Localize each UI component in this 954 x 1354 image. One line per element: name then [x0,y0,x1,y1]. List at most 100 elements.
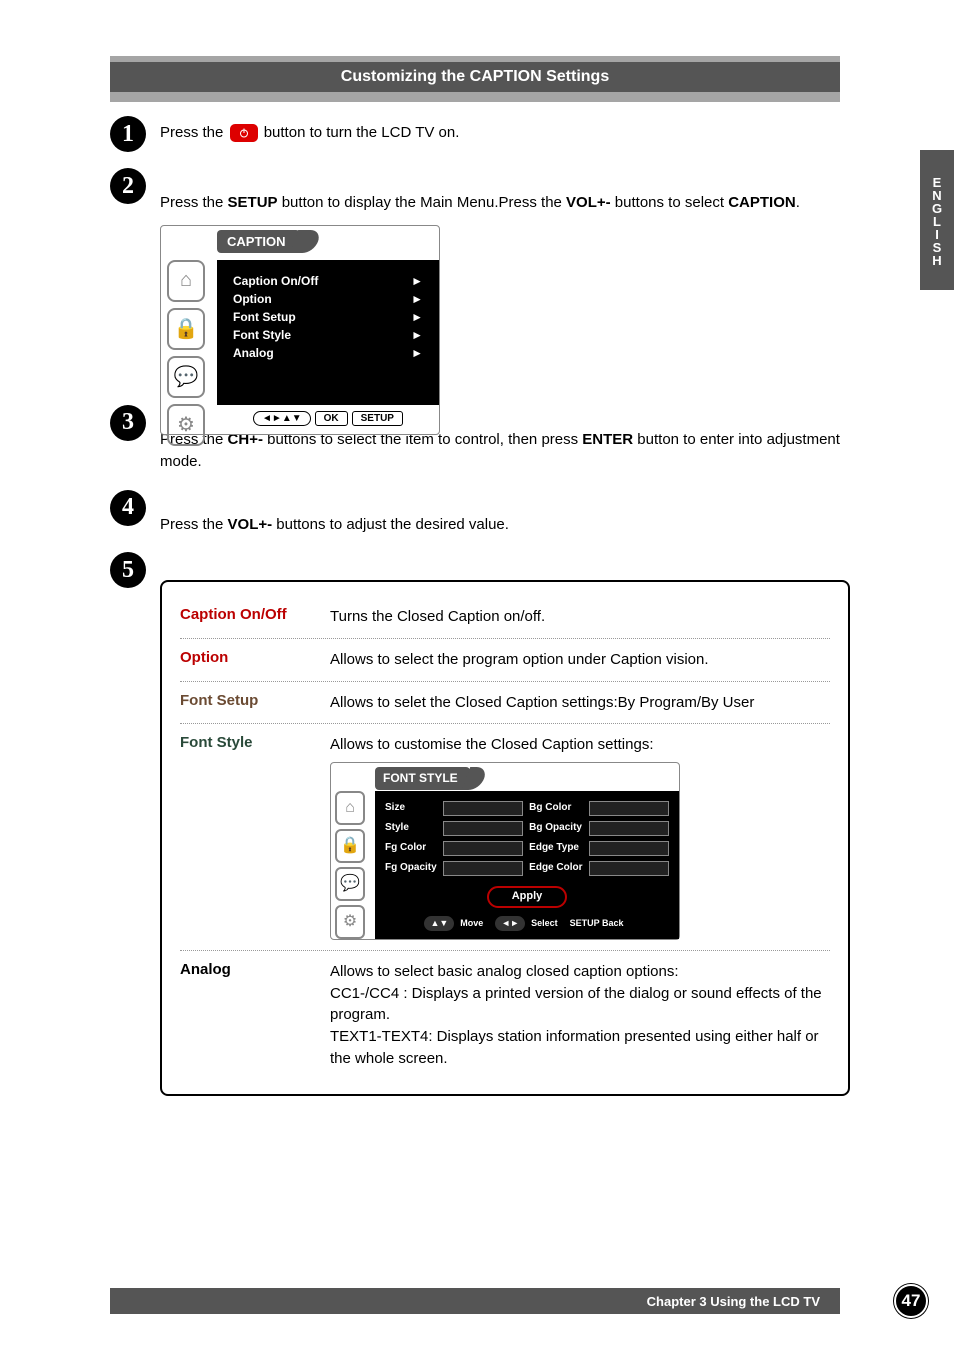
caption-icon: 💬 [167,356,205,398]
chevron-right-icon: ► [411,346,423,360]
fs-value-field[interactable] [443,861,523,876]
setting-label: Analog [180,961,330,978]
osd-title: FONT STYLE [375,767,470,790]
step-number-icon: 3 [110,405,146,441]
setting-desc: Allows to customise the Closed Caption s… [330,734,830,940]
chevron-right-icon: ► [411,274,423,288]
text: buttons to select [611,194,729,211]
text: SETUP [228,194,278,211]
step-2: 2 Press the SETUP button to display the … [110,168,850,215]
text: buttons to adjust the desired value. [272,516,509,533]
fs-label: Edge Color [529,861,582,876]
settings-icon: ⚙ [335,905,365,939]
fs-label: Fg Opacity [385,861,437,876]
ok-key: OK [315,411,348,426]
chapter-label: Chapter 3 Using the LCD TV [647,1294,820,1309]
step-2-text: Press the SETUP button to display the Ma… [160,168,850,215]
fs-value-field[interactable] [589,801,669,816]
caption-settings-table: Caption On/Off Turns the Closed Caption … [160,580,850,1096]
step-4: 4 Press the VOL+- buttons to adjust the … [110,490,850,537]
power-icon [230,124,258,142]
chevron-right-icon: ► [411,292,423,306]
step-1: 1 Press the button to turn the LCD TV on… [110,116,850,152]
osd-key-hints: ◄►▲▼ OK SETUP [217,405,439,434]
osd-category-icons: ⌂ 🔒 💬 ⚙ [335,791,371,943]
fs-label: Fg Color [385,841,437,856]
page-number: 47 [894,1284,928,1318]
text: VOL+- [228,516,273,533]
table-row: Caption On/Off Turns the Closed Caption … [180,596,830,639]
step-1-text: Press the button to turn the LCD TV on. [160,116,850,145]
table-row: Analog Allows to select basic analog clo… [180,951,830,1080]
setting-desc: Allows to selet the Closed Caption setti… [330,692,830,714]
osd-title: CAPTION [217,230,300,253]
updown-key-icon: ▲▼ [424,916,454,931]
fs-value-field[interactable] [443,821,523,836]
osd-item[interactable]: Font Setup ► [229,308,427,326]
fs-label: Style [385,821,437,836]
hint-text: SETUP Back [570,917,624,930]
fs-label: Size [385,801,437,816]
setup-key: SETUP [352,411,403,426]
fs-label: Edge Type [529,841,582,856]
osd-item-label: Font Setup [233,310,296,324]
leftright-key-icon: ◄► [495,916,525,931]
osd-key-hints: ▲▼ Move ◄► Select SETUP Back [385,912,669,933]
setting-label: Font Style [180,734,330,751]
setting-desc: Allows to select basic analog closed cap… [330,961,830,1070]
fs-value-field[interactable] [589,821,669,836]
osd-category-icons: ⌂ 🔒 💬 ⚙ [167,260,211,452]
chevron-right-icon: ► [411,310,423,324]
osd-item-label: Caption On/Off [233,274,318,288]
step-4-text: Press the VOL+- buttons to adjust the de… [160,490,850,537]
fs-label: Bg Opacity [529,821,582,836]
text: VOL+- [566,194,611,211]
setting-desc: Allows to select the program option unde… [330,649,830,671]
text: Press the [160,124,228,141]
nav-key-icon: ◄►▲▼ [253,411,311,426]
caption-icon: 💬 [335,867,365,901]
fs-value-field[interactable] [589,861,669,876]
table-row: Font Style Allows to customise the Close… [180,724,830,951]
osd-caption-menu: ⌂ 🔒 💬 ⚙ CAPTION Caption On/Off► Option► … [160,225,440,435]
chevron-right-icon: ► [411,328,423,342]
fs-label: Bg Color [529,801,582,816]
osd-item[interactable]: Analog ► [229,344,427,362]
setting-desc: Turns the Closed Caption on/off. [330,606,830,628]
osd-item-label: Font Style [233,328,291,342]
hint-text: Move [460,917,483,930]
setting-label: Option [180,649,330,666]
fs-value-field[interactable] [443,841,523,856]
text: Press the [160,516,228,533]
text: CAPTION [728,194,796,211]
language-tab: ENGLISH [920,150,954,290]
fs-value-field[interactable] [589,841,669,856]
lock-icon: 🔒 [335,829,365,863]
page-title: Customizing the CAPTION Settings [110,62,840,92]
osd-item-label: Analog [233,346,274,360]
apply-button[interactable]: Apply [487,886,567,908]
osd-item[interactable]: Caption On/Off ► [229,272,427,290]
picture-icon: ⌂ [167,260,205,302]
step-number-icon: 4 [110,490,146,526]
step-number-icon: 1 [110,116,146,152]
text: Press the [160,194,228,211]
settings-icon: ⚙ [167,404,205,446]
table-row: Font Setup Allows to selet the Closed Ca… [180,682,830,725]
text: button to display the Main Menu.Press th… [278,194,567,211]
text: button to turn the LCD TV on. [264,124,460,141]
table-row: Option Allows to select the program opti… [180,639,830,682]
setting-label: Caption On/Off [180,606,330,623]
setting-label: Font Setup [180,692,330,709]
text: . [796,194,800,211]
osd-item[interactable]: Option ► [229,290,427,308]
step-number-icon: 2 [110,168,146,204]
osd-item-label: Option [233,292,272,306]
step-number-icon: 5 [110,552,146,588]
text: ENTER [582,431,633,448]
fs-value-field[interactable] [443,801,523,816]
osd-item[interactable]: Font Style ► [229,326,427,344]
osd-fontstyle-menu: ⌂ 🔒 💬 ⚙ FONT STYLE Size Bg Color Style [330,762,680,940]
hint-text: Select [531,917,558,930]
lock-icon: 🔒 [167,308,205,350]
